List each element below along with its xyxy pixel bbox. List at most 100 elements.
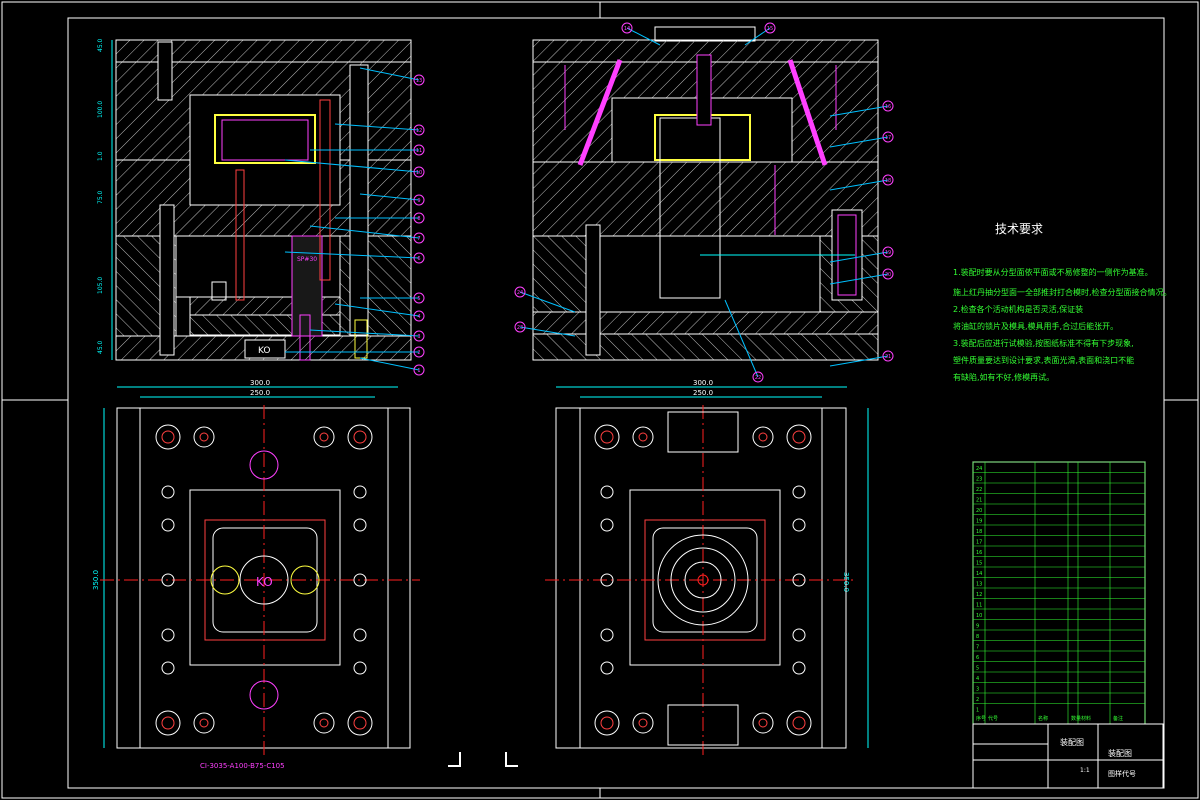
dim-100: 100.0 <box>97 101 104 118</box>
screw-hole <box>161 628 175 642</box>
balloon-right-23-label: 23 <box>517 325 523 331</box>
guide-hole <box>786 710 812 736</box>
guide-hole-inner <box>758 432 768 442</box>
tech-req-title: 技术要求 <box>995 222 1043 236</box>
guide-hole-inner <box>353 430 367 444</box>
balloon-right-16-label: 16 <box>885 104 891 110</box>
guide-hole-inner <box>161 430 175 444</box>
balloon-right-21-label: 21 <box>885 354 891 360</box>
guide-hole-inner <box>638 718 648 728</box>
balloon-left-7-label: 7 <box>417 236 420 242</box>
guide-hole <box>632 712 654 734</box>
bom-rows: 242322212019181716151413121110987654321序… <box>972 461 1146 724</box>
balloon-right-19-label: 19 <box>885 250 891 256</box>
balloon-left-13-label: 13 <box>416 78 422 84</box>
dim-105: 105.0 <box>97 277 104 294</box>
bom-row-number: 4 <box>976 676 979 682</box>
dim-width-300-right: 300.0 <box>693 379 713 387</box>
screw-hole <box>600 661 614 675</box>
bom-row-number: 13 <box>976 582 982 588</box>
dim-75: 75.0 <box>97 190 104 204</box>
balloon-left-11-label: 11 <box>416 148 422 154</box>
dim-width-300-left: 300.0 <box>250 379 270 387</box>
balloon-right-22-label: 22 <box>755 375 761 381</box>
bom-row-number: 21 <box>976 498 982 504</box>
guide-hole-inner <box>600 716 614 730</box>
bom-row-number: 14 <box>976 571 982 577</box>
balloon-right-14-label: 14 <box>624 26 630 32</box>
left-plan-view: 300.0 250.0 350.0 KO CI-3035-A100-B75-C1… <box>92 379 420 770</box>
guide-hole <box>752 712 774 734</box>
tech-req-line-5: 3.装配后应进行试模验,按图纸标准不得有下步现象, <box>953 338 1134 348</box>
guide-hole <box>786 424 812 450</box>
bom-header-cell: 备注 <box>1113 715 1123 722</box>
bom-row-number: 2 <box>976 697 979 703</box>
right-plan-view: 300.0 250.0 350.0 <box>545 379 869 755</box>
guide-hole <box>313 712 335 734</box>
balloon-left-10-label: 10 <box>416 170 422 176</box>
guide-hole <box>594 710 620 736</box>
balloon-right-20-label: 20 <box>885 272 891 278</box>
screw-hole <box>792 628 806 642</box>
technical-requirements: 技术要求 1.装配时要从分型面依平面或不易修整的一侧作为基准。 施上红丹抽分型面… <box>953 222 1172 382</box>
bom-row-number: 22 <box>976 487 982 493</box>
bom-row-number: 9 <box>976 624 979 630</box>
balloon-left-5-label: 5 <box>417 296 420 302</box>
bom-row-number: 12 <box>976 592 982 598</box>
tech-req-line-3: 2.检查各个活动机构是否灵活,保证装 <box>953 304 1083 314</box>
guide-hole-inner <box>792 430 806 444</box>
right-section-view: 14 15 16 17 18 19 20 21 24 23 22 <box>514 22 894 383</box>
ko-label-section: KO <box>258 346 271 356</box>
guide-hole-inner <box>792 716 806 730</box>
guide-hole-inner <box>199 718 209 728</box>
guide-hole-inner <box>319 432 329 442</box>
bom-row-number: 10 <box>976 613 982 619</box>
guide-hole <box>594 424 620 450</box>
tech-req-line-1: 1.装配时要从分型面依平面或不易修整的一侧作为基准。 <box>953 267 1153 277</box>
title-block: 装配图 装配图 图样代号 1:1 <box>972 723 1164 789</box>
mold-base-code: CI-3035-A100-B75-C105 <box>200 762 285 770</box>
ko-label-plan: KO <box>256 575 273 589</box>
bom-header-cell: 数量 <box>1071 715 1081 722</box>
bom-header-cell: 代号 <box>988 715 998 722</box>
bom-table: 242322212019181716151413121110987654321序… <box>972 461 1146 725</box>
screw-hole <box>600 628 614 642</box>
dim-height-350-left: 350.0 <box>92 570 100 590</box>
bom-row-number: 16 <box>976 550 982 556</box>
screw-hole <box>600 485 614 499</box>
balloon-left-9-label: 9 <box>417 198 420 204</box>
bom-header-cell: 名称 <box>1038 715 1048 722</box>
guide-hole-inner <box>319 718 329 728</box>
guide-hole-inner <box>353 716 367 730</box>
screw-hole <box>600 518 614 532</box>
balloon-right-15-label: 15 <box>767 26 773 32</box>
guide-hole-inner <box>600 430 614 444</box>
guide-hole <box>752 426 774 448</box>
bom-row-number: 15 <box>976 561 982 567</box>
guide-hole <box>347 424 373 450</box>
screw-hole <box>792 485 806 499</box>
vertical-dimensions: 45.0 100.0 1.0 75.0 105.0 45.0 <box>97 38 104 354</box>
title-scale: 1:1 <box>1080 767 1090 774</box>
balloon-left-3-label: 3 <box>417 334 420 340</box>
balloon-right-24-label: 24 <box>517 290 523 296</box>
bom-row-number: 23 <box>976 477 982 483</box>
guide-hole-inner <box>638 432 648 442</box>
balloon-right-18-label: 18 <box>885 178 891 184</box>
guide-hole-inner <box>199 432 209 442</box>
bom-row-number: 1 <box>976 708 979 714</box>
screw-hole <box>353 485 367 499</box>
balloon-left-12-label: 12 <box>416 128 422 134</box>
dim-45-bottom: 45.0 <box>97 340 104 354</box>
title-drawing-name-right: 装配图 <box>1108 748 1132 758</box>
bom-row-number: 7 <box>976 645 979 651</box>
bom-row-number: 24 <box>976 466 982 472</box>
bom-row-number: 18 <box>976 529 982 535</box>
bom-row-number: 6 <box>976 655 979 661</box>
dim-width-250-right: 250.0 <box>693 389 713 397</box>
screw-hole <box>792 518 806 532</box>
balloon-right-17-label: 17 <box>885 135 891 141</box>
guide-hole-inner <box>161 716 175 730</box>
balloon-left-2-label: 2 <box>417 350 420 356</box>
dim-1: 1.0 <box>97 151 104 161</box>
